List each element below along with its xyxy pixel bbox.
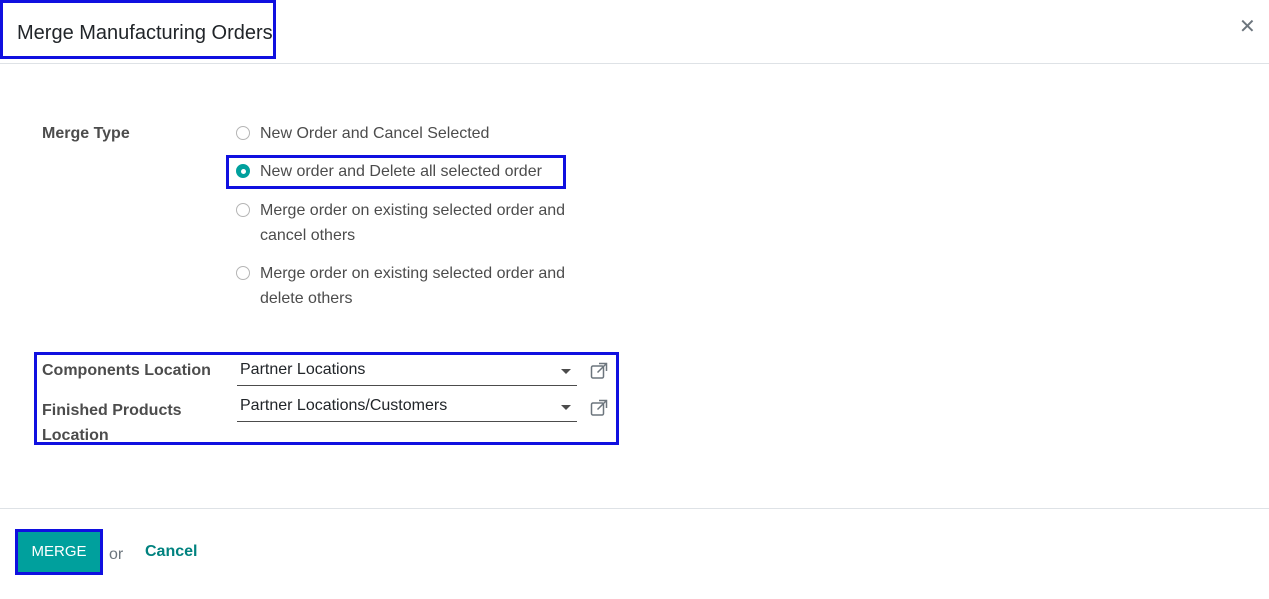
merge-type-label: Merge Type <box>42 125 130 142</box>
radio-option-new-cancel[interactable]: New Order and Cancel Selected <box>236 121 566 146</box>
external-link-icon[interactable] <box>590 362 608 380</box>
components-location-select[interactable]: Partner Locations <box>237 359 577 386</box>
radio-button-checked-icon[interactable] <box>236 164 250 178</box>
finished-products-location-select[interactable]: Partner Locations/Customers <box>237 395 577 422</box>
merge-button[interactable]: MERGE <box>15 529 103 575</box>
radio-option-new-delete[interactable]: New order and Delete all selected order <box>236 159 566 184</box>
radio-option-label: New Order and Cancel Selected <box>260 125 490 142</box>
title-highlight: Merge Manufacturing Orders <box>0 0 276 59</box>
radio-option-merge-delete[interactable]: Merge order on existing selected order a… <box>236 261 566 311</box>
dialog-title: Merge Manufacturing Orders <box>17 22 273 44</box>
close-icon[interactable]: ✕ <box>1239 17 1256 37</box>
caret-down-icon[interactable] <box>561 369 571 374</box>
external-link-icon[interactable] <box>590 399 608 417</box>
radio-button-icon[interactable] <box>236 266 250 280</box>
components-location-label: Components Location <box>42 362 211 379</box>
radio-option-label: Merge order on existing selected order a… <box>260 265 566 307</box>
caret-down-icon[interactable] <box>561 405 571 410</box>
radio-option-label: Merge order on existing selected order a… <box>260 202 566 244</box>
components-location-value: Partner Locations <box>240 361 366 378</box>
radio-button-icon[interactable] <box>236 126 250 140</box>
radio-option-label: New order and Delete all selected order <box>260 163 542 180</box>
or-text: or <box>109 546 124 563</box>
finished-products-location-label: Finished Products Location <box>42 402 182 444</box>
finished-products-location-value: Partner Locations/Customers <box>240 397 448 414</box>
radio-button-icon[interactable] <box>236 203 250 217</box>
radio-option-merge-cancel[interactable]: Merge order on existing selected order a… <box>236 198 566 248</box>
dialog-header: Merge Manufacturing Orders ✕ <box>0 0 1269 64</box>
cancel-button[interactable]: Cancel <box>145 543 197 561</box>
